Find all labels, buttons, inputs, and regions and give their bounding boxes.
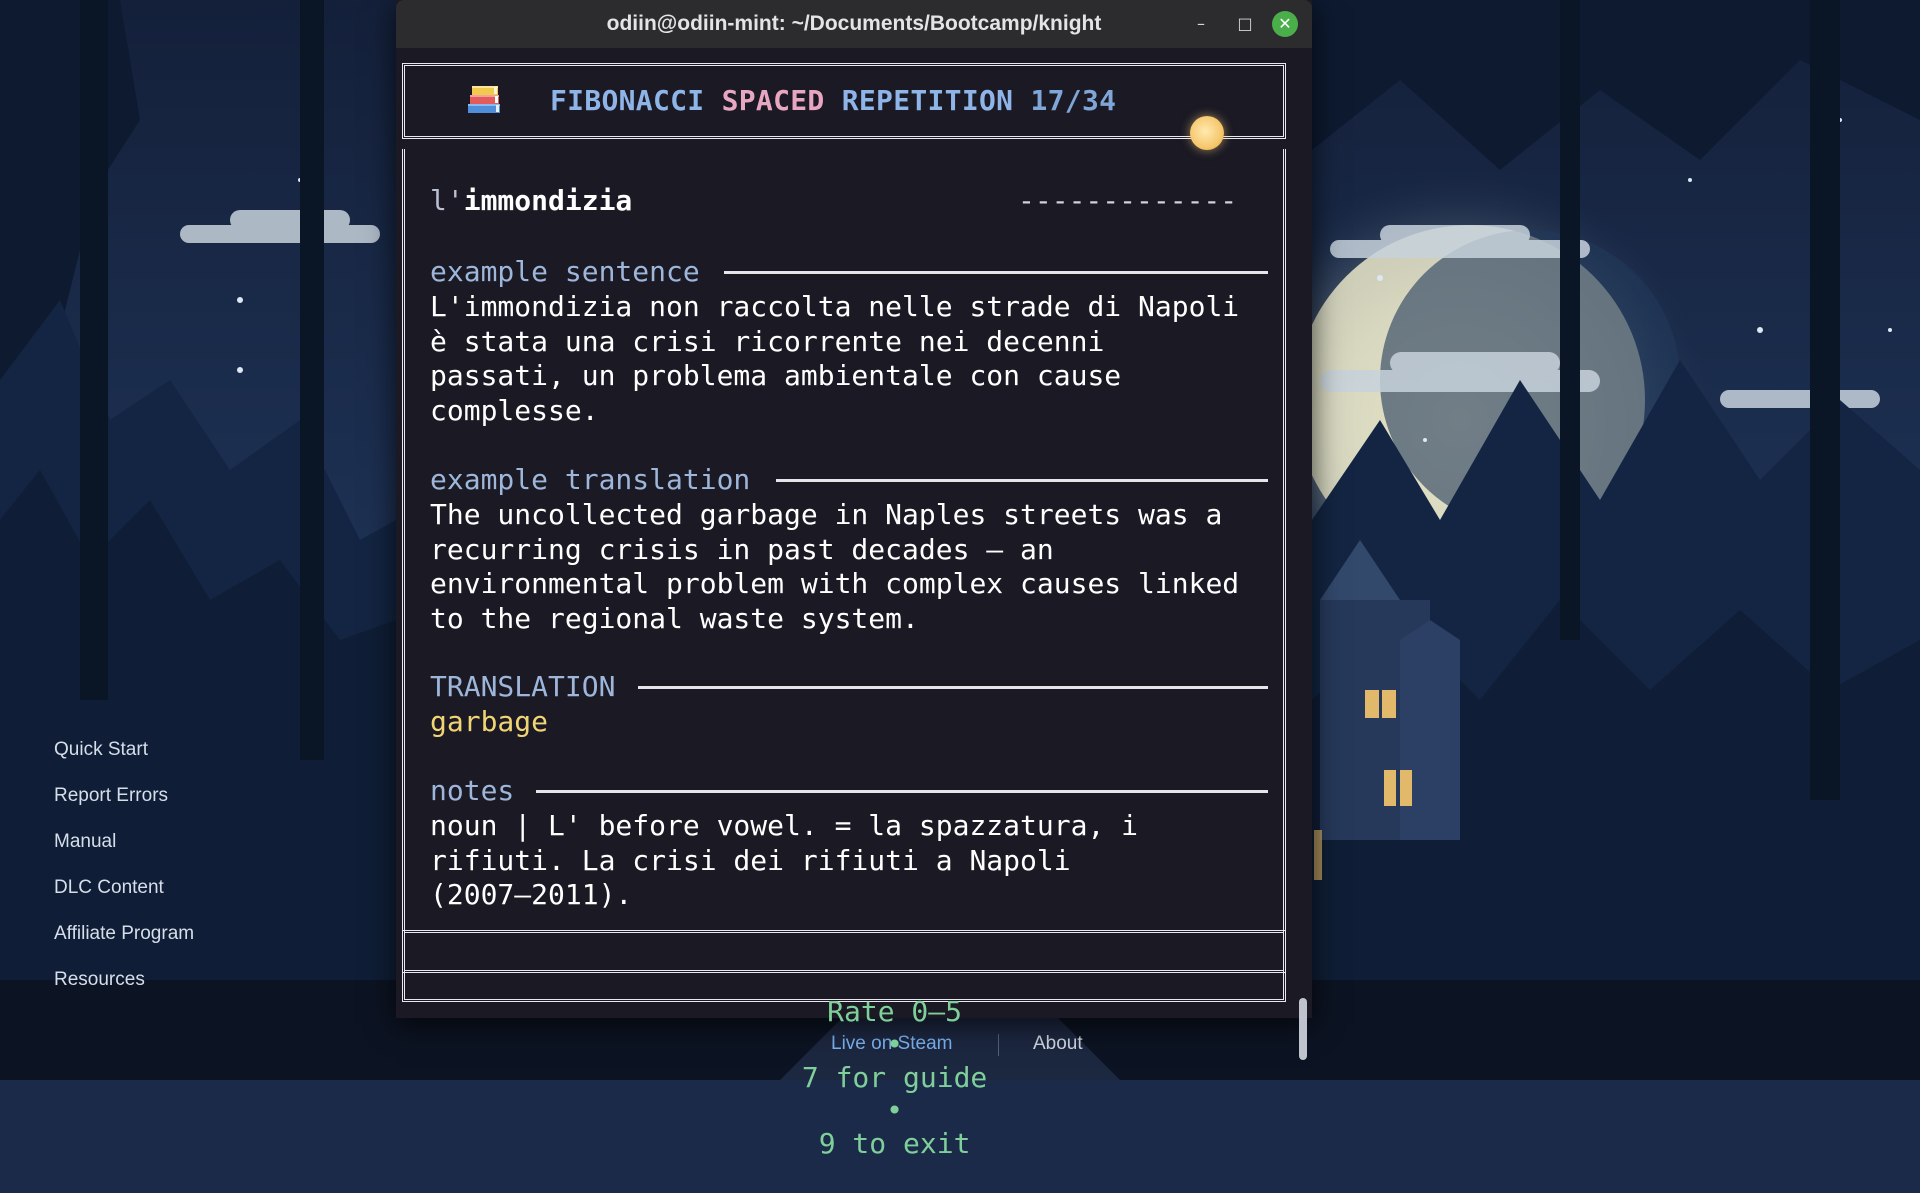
example-translation-line: to the regional waste system. [430,601,919,635]
section-divider [776,479,1268,482]
example-sentence-line: è stata una crisi ricorrente nei decenni [430,324,1105,358]
example-sentence-line: L'immondizia non raccolta nelle strade d… [430,290,1240,323]
section-divider [724,271,1268,274]
bullet-separator: • [886,1028,903,1061]
header-word-spaced: SPACED [721,84,825,117]
term-placeholder: ------------- [1018,184,1238,217]
notes-line: rifiuti. La crisi dei rifiuti a Napoli [430,843,1071,877]
term-article: l' [430,184,464,217]
card-term: l'immondizia [430,184,632,217]
books-icon [468,86,500,113]
term-word: immondizia [463,184,633,217]
example-translation-line: recurring crisis in past decades — an [430,532,1054,566]
terminal-content[interactable]: FIBONACCI SPACED REPETITION 17/34 l'immo… [396,48,1312,1160]
menu-report-errors[interactable]: Report Errors [54,782,194,828]
example-translation-line: environmental problem with complex cause… [430,567,1240,600]
card-progress: 17/34 [1030,84,1117,117]
header-word-fibonacci: FIBONACCI [550,84,705,117]
menu-quick-start[interactable]: Quick Start [54,736,194,782]
hint-guide: 7 for guide [801,1061,988,1094]
menu-manual[interactable]: Manual [54,828,194,874]
section-divider [638,686,1268,689]
side-menu: Quick Start Report Errors Manual DLC Con… [54,736,194,1012]
menu-affiliate-program[interactable]: Affiliate Program [54,920,194,966]
example-translation-line: The uncollected garbage in Naples street… [430,498,1223,531]
deck-header: FIBONACCI SPACED REPETITION 17/34 [550,84,1116,117]
notes-line: (2007–2011). [430,878,633,911]
translation-value: garbage [430,705,549,738]
section-divider [536,790,1268,793]
example-sentence-label: example sentence [430,255,700,288]
translation-label: TRANSLATION [430,670,616,703]
sun-icon [1190,116,1224,150]
example-sentence-text: L'immondizia non raccolta nelle strade d… [430,290,1290,428]
hint-exit: 9 to exit [818,1127,971,1160]
example-translation-text: The uncollected garbage in Naples street… [430,498,1290,636]
example-translation-label: example translation [430,463,751,496]
key-hints: Rate 0–5 • 7 for guide • 9 to exit [402,962,1286,1193]
terminal-window: odiin@odiin-mint: ~/Documents/Bootcamp/k… [396,0,1312,1160]
example-sentence-line: passati, un problema ambientale con caus… [430,359,1122,392]
menu-dlc-content[interactable]: DLC Content [54,874,194,920]
notes-line: noun | L' before vowel. = la spazzatura,… [430,809,1139,842]
terminal-scrollbar[interactable] [1299,998,1307,1060]
window-title: odiin@odiin-mint: ~/Documents/Bootcamp/k… [606,12,1102,35]
menu-resources[interactable]: Resources [54,966,194,1012]
minimize-icon[interactable]: – [1189,12,1213,36]
notes-label: notes [430,774,515,807]
close-icon[interactable]: ✕ [1272,11,1298,37]
hint-rate: Rate 0–5 [827,995,962,1028]
maximize-icon[interactable]: □ [1233,12,1257,36]
notes-text: noun | L' before vowel. = la spazzatura,… [430,809,1290,913]
example-sentence-line: complesse. [430,393,599,427]
header-word-repetition: REPETITION [841,84,1014,117]
window-titlebar[interactable]: odiin@odiin-mint: ~/Documents/Bootcamp/k… [396,0,1312,48]
bullet-separator: • [886,1094,903,1127]
